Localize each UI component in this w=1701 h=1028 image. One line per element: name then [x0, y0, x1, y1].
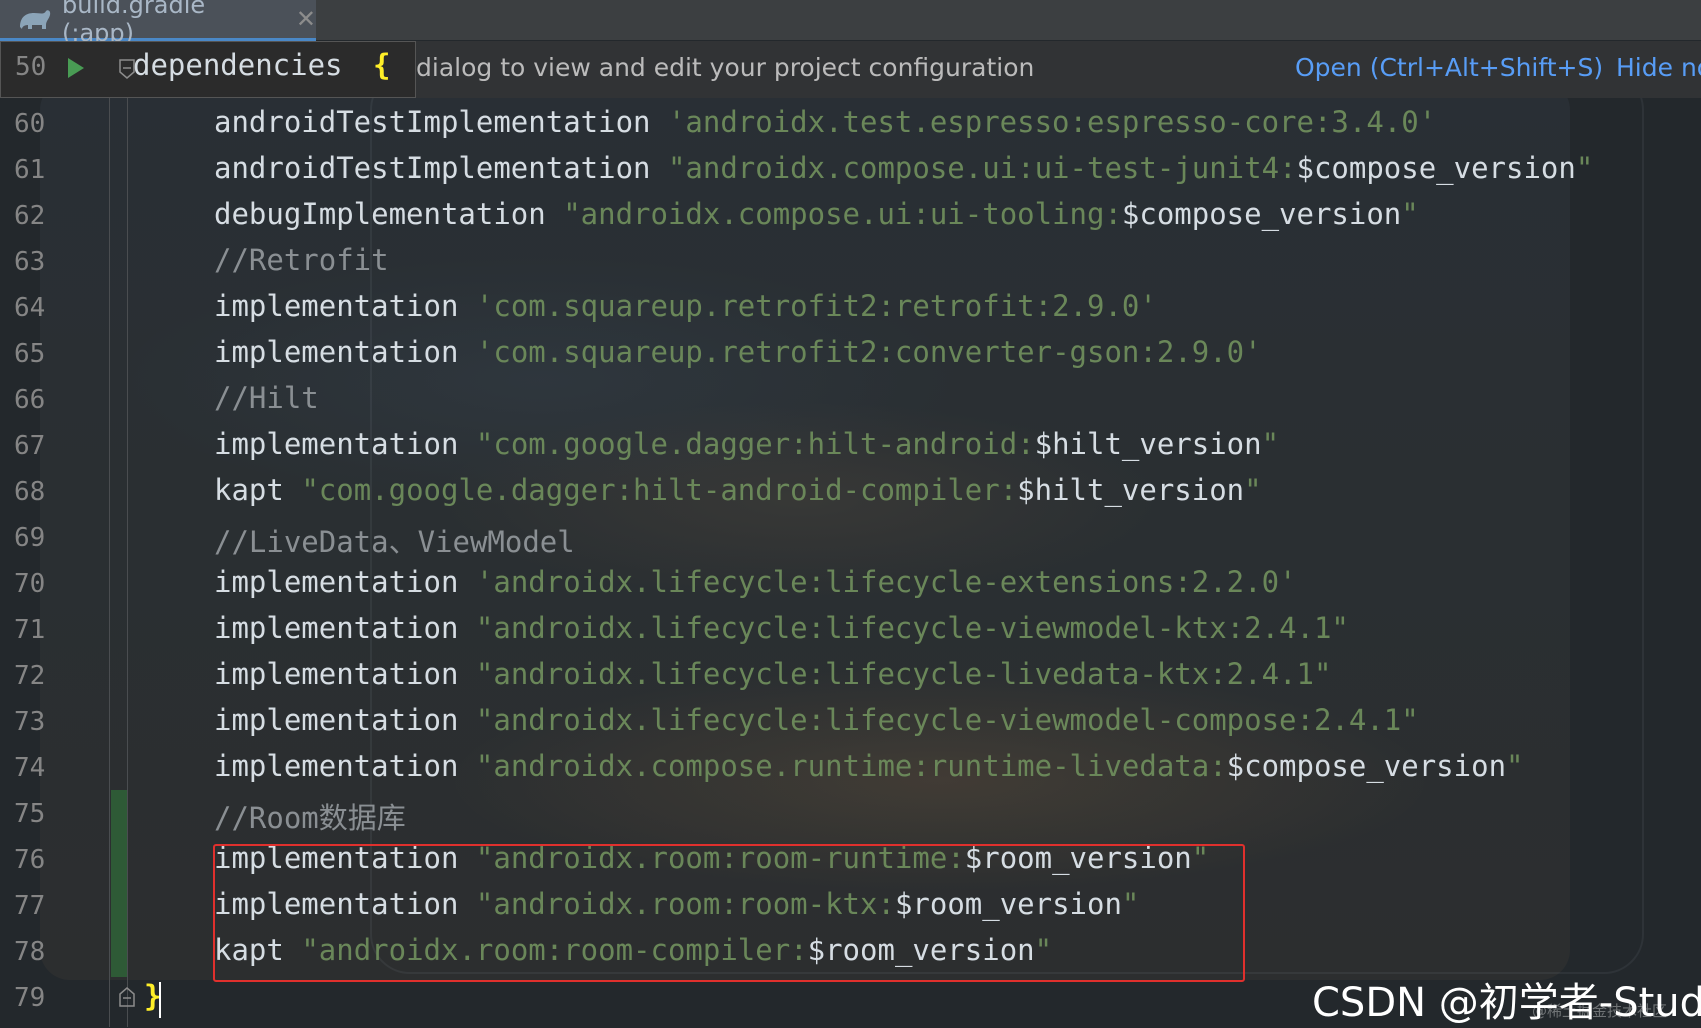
line-number: 76: [14, 845, 46, 875]
code-line[interactable]: androidTestImplementation "androidx.comp…: [214, 151, 1593, 185]
code-token: implementation: [214, 703, 476, 737]
code-line[interactable]: //Room数据库: [214, 795, 406, 837]
code-string: "androidx.compose.runtime:runtime-liveda…: [475, 749, 1227, 783]
code-line[interactable]: kapt "com.google.dagger:hilt-android-com…: [214, 473, 1262, 507]
line-number: 71: [14, 615, 46, 645]
line-number: 74: [14, 753, 46, 783]
code-token: implementation: [214, 565, 476, 599]
code-token: implementation: [214, 289, 476, 323]
code-comment: //Hilt: [214, 381, 319, 415]
line-number: 70: [14, 569, 46, 599]
line-number: 79: [14, 983, 46, 1013]
code-token: debugImplementation: [214, 197, 564, 231]
code-comment: //Room数据库: [214, 801, 406, 835]
code-string: "com.google.dagger:hilt-android-compiler…: [301, 473, 1018, 507]
code-comment: //LiveData、ViewModel: [214, 525, 575, 559]
code-token: implementation: [214, 335, 476, 369]
code-token: $hilt_version: [1034, 427, 1262, 461]
code-string: 'androidx.test.espresso:espresso-core:3.…: [667, 105, 1437, 139]
code-token: $compose_version: [1296, 151, 1576, 185]
code-string: ": [1244, 473, 1262, 507]
open-project-structure-link[interactable]: Open (Ctrl+Alt+Shift+S): [1295, 53, 1603, 82]
code-token: $compose_version: [1121, 197, 1402, 231]
line-number: 61: [14, 155, 46, 185]
code-line[interactable]: //Hilt: [214, 381, 319, 415]
code-token: androidTestImplementation: [214, 151, 668, 185]
code-token: implementation: [214, 611, 476, 645]
line-number: 64: [14, 293, 46, 323]
code-comment: //Retrofit: [214, 243, 389, 277]
fold-end-icon[interactable]: [118, 984, 136, 1012]
code-string: ": [1261, 427, 1280, 461]
code-line[interactable]: implementation "androidx.lifecycle:lifec…: [214, 611, 1349, 645]
code-token: $hilt_version: [1017, 473, 1245, 507]
code-token: kapt: [214, 473, 302, 507]
code-line[interactable]: implementation 'com.squareup.retrofit2:c…: [214, 335, 1262, 369]
code-line[interactable]: androidTestImplementation 'androidx.test…: [214, 105, 1436, 139]
code-line[interactable]: implementation "androidx.lifecycle:lifec…: [214, 657, 1331, 691]
code-token: implementation: [214, 749, 476, 783]
code-string: "androidx.lifecycle:lifecycle-viewmodel-…: [475, 703, 1419, 737]
code-string: ": [1575, 151, 1594, 185]
code-line[interactable]: implementation "androidx.lifecycle:lifec…: [214, 703, 1419, 737]
code-string: "androidx.lifecycle:lifecycle-viewmodel-…: [475, 611, 1349, 645]
line-number: 66: [14, 385, 46, 415]
run-icon[interactable]: [66, 56, 86, 84]
line-number: 60: [14, 109, 46, 139]
gradle-elephant-icon: [18, 6, 52, 32]
code-string: 'com.squareup.retrofit2:retrofit:2.9.0': [475, 289, 1157, 323]
code-line[interactable]: implementation "com.google.dagger:hilt-a…: [214, 427, 1279, 461]
code-token: implementation: [214, 427, 476, 461]
code-line[interactable]: implementation 'com.squareup.retrofit2:r…: [214, 289, 1157, 323]
tab-label: build.gradle (:app): [62, 0, 206, 47]
code-string: ": [1506, 749, 1524, 783]
line-number: 65: [14, 339, 46, 369]
code-string: 'androidx.lifecycle:lifecycle-extensions…: [475, 565, 1297, 599]
line-number: 77: [14, 891, 46, 921]
editor-tab-bar: build.gradle (:app) ✕: [0, 0, 1701, 47]
code-line[interactable]: //Retrofit: [214, 243, 389, 277]
sticky-brace: {: [373, 48, 391, 82]
code-line[interactable]: implementation 'androidx.lifecycle:lifec…: [214, 565, 1297, 599]
juejin-watermark: @稀土掘金技术社区: [1532, 1002, 1668, 1020]
tab-build-gradle[interactable]: build.gradle (:app) ✕: [0, 0, 316, 47]
code-string: "androidx.compose.ui:ui-tooling:: [563, 197, 1122, 231]
code-token: implementation: [214, 657, 476, 691]
line-number: 63: [14, 247, 46, 277]
sticky-scope-header[interactable]: 50 dependencies {: [0, 41, 416, 98]
gutter-divider: [109, 98, 110, 1027]
line-number: 78: [14, 937, 46, 967]
close-icon[interactable]: ✕: [296, 5, 316, 33]
line-number: 68: [14, 477, 46, 507]
text-caret: [159, 982, 161, 1018]
line-number: 50: [15, 52, 47, 82]
room-dependencies-highlight: [213, 844, 1245, 982]
code-string: ": [1401, 197, 1419, 231]
code-string: "androidx.compose.ui:ui-test-junit4:: [667, 151, 1297, 185]
code-string: 'com.squareup.retrofit2:converter-gson:2…: [475, 335, 1262, 369]
code-string: "androidx.lifecycle:lifecycle-livedata-k…: [475, 657, 1332, 691]
notification-text: dialog to view and edit your project con…: [416, 53, 1035, 82]
line-number: 73: [14, 707, 46, 737]
line-number: 75: [14, 799, 46, 829]
fold-icon[interactable]: [118, 58, 136, 86]
code-string: "com.google.dagger:hilt-android:: [475, 427, 1035, 461]
line-number: 67: [14, 431, 46, 461]
vcs-change-marker[interactable]: [111, 790, 127, 977]
code-line[interactable]: debugImplementation "androidx.compose.ui…: [214, 197, 1419, 231]
code-line[interactable]: implementation "androidx.compose.runtime…: [214, 749, 1524, 783]
line-number: 69: [14, 523, 46, 553]
gutter-divider: [127, 98, 128, 1027]
line-number: 62: [14, 201, 46, 231]
code-line[interactable]: //LiveData、ViewModel: [214, 519, 575, 561]
hide-notification-link[interactable]: Hide no: [1616, 53, 1701, 82]
code-token: androidTestImplementation: [214, 105, 668, 139]
notification-bar: 50 dependencies { dialog to view and edi…: [0, 41, 1701, 98]
sticky-code-text: dependencies: [133, 48, 343, 82]
code-token: $compose_version: [1226, 749, 1507, 783]
line-number: 72: [14, 661, 46, 691]
